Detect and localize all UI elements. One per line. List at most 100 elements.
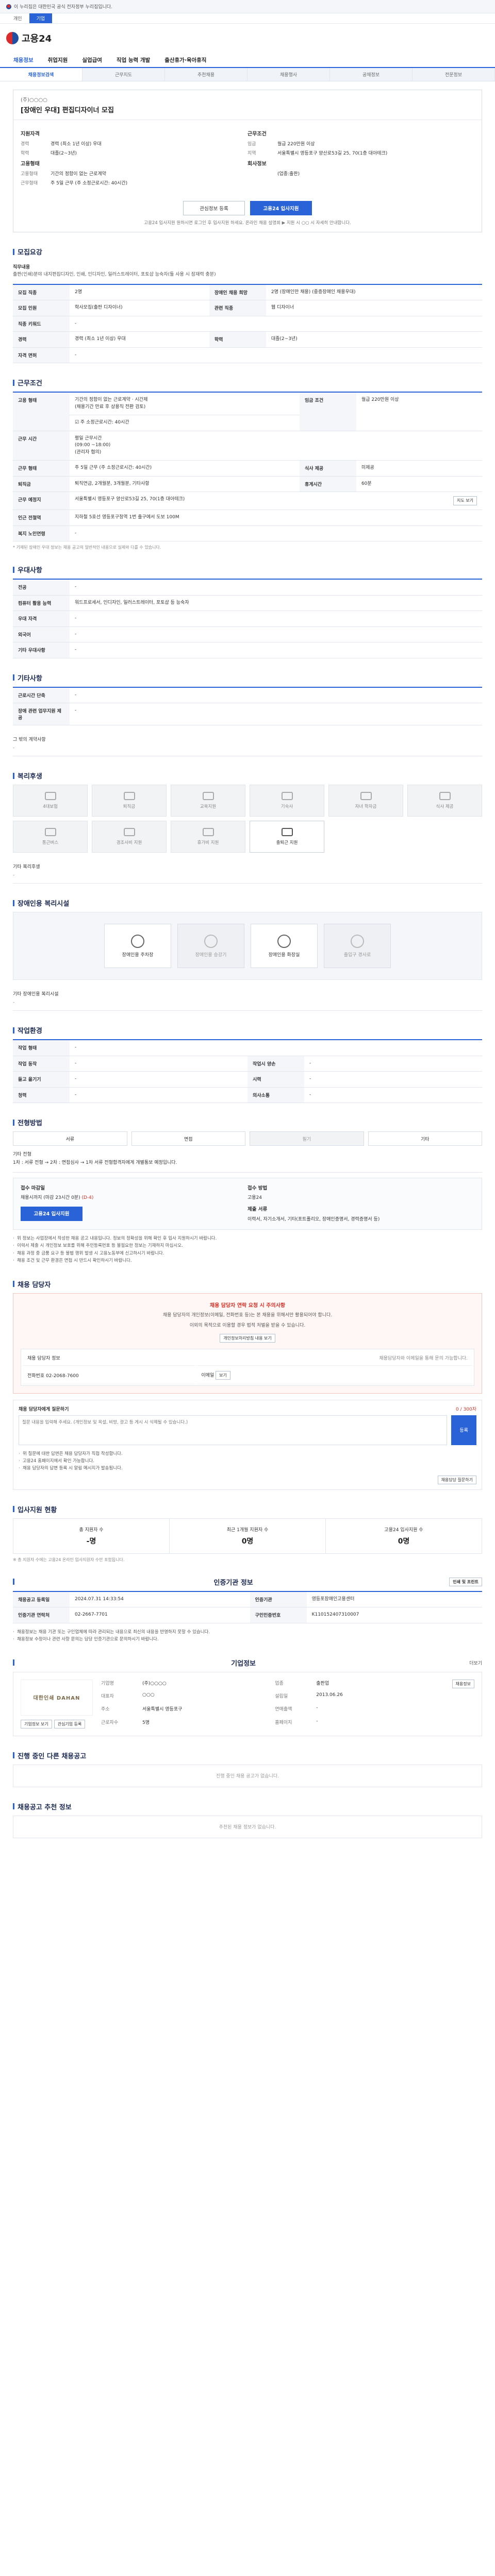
ramp-icon (351, 934, 364, 948)
subnav-search[interactable]: 채용정보검색 (0, 68, 82, 81)
facility-grid: 장애인용 주차장 장애인용 승강기 장애인용 화장실 출입구 경사로 (13, 912, 482, 980)
company-more-link[interactable]: 더보기 (469, 1659, 482, 1666)
row-value: - (70, 1040, 482, 1056)
logo-text[interactable]: 고용24 (22, 31, 52, 45)
table-row: 청력 - 의사소통 - (13, 1087, 482, 1104)
row-header: 장애인 채용 희망 (209, 284, 266, 301)
nav-item-jobs[interactable]: 채용정보 (6, 56, 41, 64)
company-name[interactable]: (주)○○○○ (21, 95, 474, 103)
table-row: 근무 예정지 서울특별시 영등포구 양산로53길 25, 70(1층 대아테크)… (13, 492, 482, 511)
company-jobs-button[interactable]: 채용정보 (452, 1679, 474, 1688)
welfare-label: 식사 제공 (436, 804, 454, 810)
privacy-button[interactable]: 개인정보처리방침 내용 보기 (220, 1333, 275, 1343)
qa-send-button[interactable]: 등록 (451, 1415, 476, 1445)
logo-icon[interactable] (6, 32, 19, 44)
subnav-map[interactable]: 근무지도 (82, 68, 165, 81)
welfare-etc-label: 기타 복리후생 (13, 865, 40, 870)
phone-value[interactable]: 02-2068-7600 (46, 1374, 79, 1379)
scrap-button[interactable]: 관심정보 등록 (183, 201, 245, 215)
company-fav-button[interactable]: 관심기업 등록 (54, 1719, 86, 1728)
company-field-value: - (316, 1718, 318, 1724)
table-row: 컴퓨터 활용 능력 워드프로세서, 인디자인, 일러스트레이터, 포토샵 등 능숙… (13, 595, 482, 612)
other-jobs-title: 진행 중인 다른 채용공고 (13, 1751, 482, 1760)
company-section: 기업정보 더보기 대한인쇄 DAHAN 기업정보 보기 관심기업 등록 기업명 (… (13, 1658, 482, 1736)
facility-ramp: 출입구 경사로 (324, 924, 391, 969)
status-note: ※ 총 지원자 수에는 고용24 온라인 입사지원자 수만 포함됩니다. (13, 1557, 125, 1562)
table-row: 근로시간 단축 - (13, 687, 482, 704)
company-logo: 대한인쇄 DAHAN (21, 1679, 93, 1716)
nav-item-training[interactable]: 직업 능력 개발 (109, 56, 157, 64)
company-field-value: ○○○ (142, 1692, 155, 1698)
row-value: 영등포장애인고용센터 (306, 1591, 482, 1608)
recommend-title: 채용공고 추천 정보 (13, 1802, 482, 1811)
row-header: 모집 직종 (13, 284, 70, 301)
qa-notes: 위 질문에 대한 답변은 채용 담당자가 직접 작성합니다. 고용24 홈페이지… (19, 1450, 476, 1473)
print-button[interactable]: 인쇄 및 프린트 (449, 1577, 482, 1586)
nav-item-benefit[interactable]: 실업급여 (75, 56, 109, 64)
company-field-value: 2013.06.26 (316, 1692, 343, 1698)
row-header: 직종 키워드 (13, 316, 70, 332)
row-header: 작업 동작 (13, 1056, 70, 1072)
row-header: 복지 노인연령 (13, 526, 70, 542)
row-value: - (70, 611, 482, 627)
email-view-button[interactable]: 보기 (216, 1370, 230, 1380)
tab-personal[interactable]: 개인 (6, 13, 29, 23)
row-header: 의사소통 (248, 1087, 304, 1104)
subnav-event[interactable]: 채용행사 (248, 68, 330, 81)
row-header: 근무 시간 (13, 431, 70, 461)
nav-item-leave[interactable]: 출산휴가·육아휴직 (157, 56, 213, 64)
subnav-recommend[interactable]: 추천채용 (165, 68, 248, 81)
table-row: 채용공고 등록일 2024.07.31 14:33:54 인증기관 영등포장애인고용센… (13, 1591, 482, 1608)
status-total: 총 지원자 수 -명 (13, 1518, 170, 1553)
company-field-label: 업종 (275, 1681, 284, 1686)
row-value: 웹 디자이너 (266, 300, 482, 316)
subnav-expert[interactable]: 전문정보 (412, 68, 495, 81)
employment-type-label: 고용형태 (21, 172, 38, 177)
status-label: 고용24 입사지원 수 (384, 1527, 423, 1533)
row-value: - (70, 642, 482, 658)
row-header: 퇴직금 (13, 476, 70, 493)
qa-input[interactable] (19, 1415, 448, 1445)
welfare-label: 교육지원 (200, 804, 217, 810)
facility-restroom: 장애인용 화장실 (251, 924, 318, 969)
row-value: - (70, 579, 482, 596)
map-button[interactable]: 지도 보기 (453, 496, 477, 506)
extra-contract: 그 밖의 계약사항 - (13, 731, 482, 757)
company-box: 대한인쇄 DAHAN 기업정보 보기 관심기업 등록 기업명 (주)○○○○ 업종 출… (13, 1671, 482, 1736)
phone-label: 전화번호 (27, 1373, 45, 1379)
row-header: 작업시 양손 (248, 1056, 304, 1072)
list-item: 이력서 제출 시 개인정보 보호를 위해 주민등록번호 등 불필요한 정보는 기… (13, 1242, 482, 1250)
table-row: 직종 키워드 - (13, 316, 482, 332)
table-row: 자격 면허 - (13, 347, 482, 364)
company-field-label: 근로자수 (101, 1720, 119, 1725)
contact-section: 채용 담당자 채용 담당자 연락 요청 시 주의사항 채용 담당자의 개인정보(… (13, 1279, 482, 1490)
qualification-heading: 지원자격 (21, 131, 40, 137)
apply-button-bottom[interactable]: 고용24 입사지원 (21, 1207, 82, 1222)
row-header: 근무 예정지 (13, 492, 70, 511)
conditions-title: 근무조건 (13, 378, 482, 387)
status-row: 총 지원자 수 -명 최근 1개월 지원자 수 0명 고용24 입사지원 수 0명 (13, 1518, 482, 1554)
welfare-item: 식사 제공 (407, 785, 482, 817)
table-row: 전화번호 02-2068-7600 이메일 보기 (22, 1367, 473, 1384)
row-header: 장애 관련 업무지원 제공 (13, 703, 70, 726)
row-header: 근로시간 단축 (13, 687, 70, 704)
subnav-public[interactable]: 공채정보 (330, 68, 412, 81)
qa-history-button[interactable]: 채용담당 질문하기 (437, 1475, 476, 1484)
etc-title: 기타사항 (13, 673, 482, 683)
apply-button[interactable]: 고용24 입사지원 (250, 201, 312, 215)
restroom-icon (277, 934, 291, 948)
row-header: 들고 옮기기 (13, 1071, 70, 1088)
welfare-item: 통근버스 (13, 821, 88, 853)
company-field-label: 주소 (101, 1707, 110, 1713)
condition-heading: 근무조건 (248, 131, 267, 137)
receive-method-label: 접수 방법 (248, 1185, 268, 1191)
main-nav: 채용정보 취업지원 실업급여 직업 능력 개발 출산휴가·육아휴직 (0, 53, 495, 68)
welfare-label: 퇴직금 (123, 804, 136, 810)
tab-company[interactable]: 기업 (29, 13, 53, 23)
row-header: 외국어 (13, 626, 70, 643)
wage-value: 월급 220만원 이상 (277, 142, 315, 147)
recommend-section: 채용공고 추천 정보 추천된 채용 정보가 없습니다. (13, 1802, 482, 1838)
facility-label: 장애인용 승강기 (195, 952, 227, 958)
nav-item-support[interactable]: 취업지원 (41, 56, 75, 64)
company-info-button[interactable]: 기업정보 보기 (21, 1719, 52, 1728)
